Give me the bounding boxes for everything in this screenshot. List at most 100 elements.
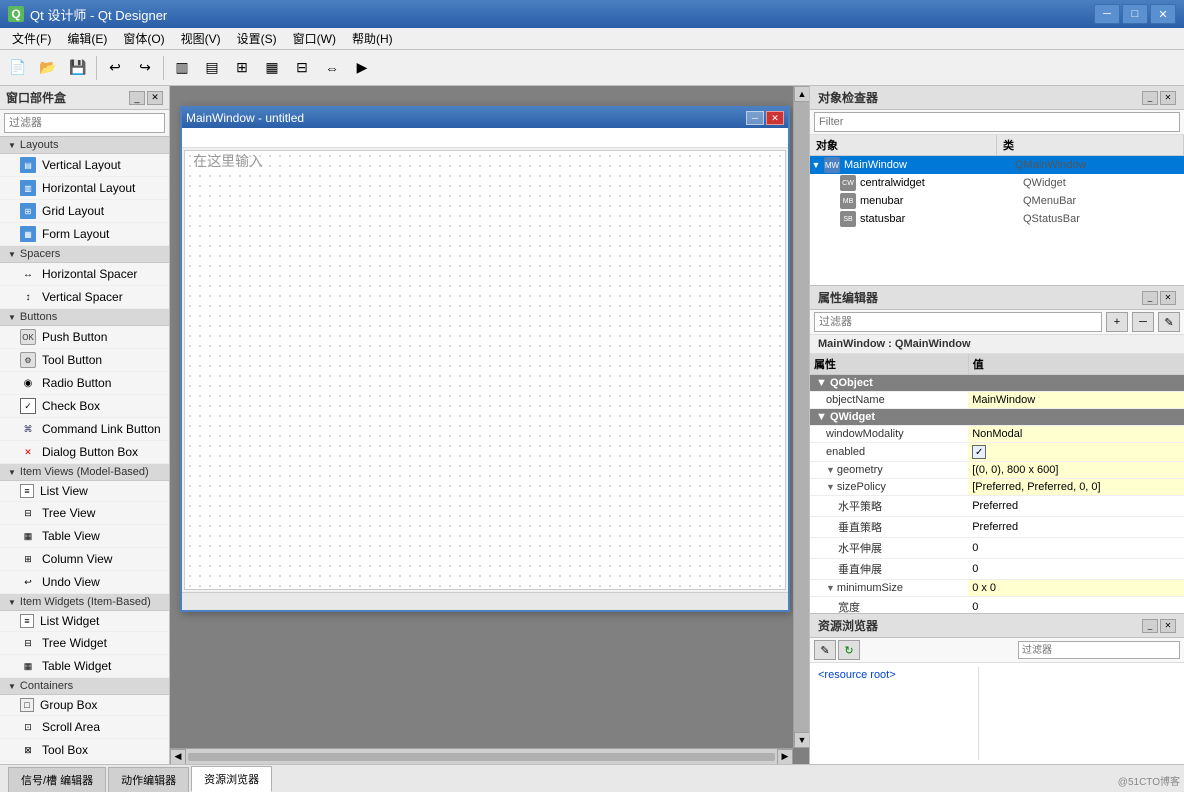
scroll-h-track[interactable] bbox=[188, 753, 775, 761]
open-file-button[interactable]: 📂 bbox=[34, 54, 62, 82]
main-window-canvas[interactable]: MainWindow - untitled ─ ✕ 在这里输入 bbox=[180, 106, 790, 612]
scroll-up-button[interactable]: ▲ bbox=[794, 86, 809, 102]
prop-row-v-policy[interactable]: 垂直策略 Preferred bbox=[810, 517, 1184, 538]
prop-value-enabled[interactable]: ✓ bbox=[968, 443, 1184, 462]
prop-value-windowmodality[interactable]: NonModal bbox=[968, 426, 1184, 443]
obj-row-menubar[interactable]: MB menubar QMenuBar bbox=[810, 192, 1184, 210]
prop-value-minsize[interactable]: 0 x 0 bbox=[968, 580, 1184, 597]
property-filter-input[interactable] bbox=[814, 312, 1102, 332]
sizepolicy-expand-icon[interactable]: ▼ bbox=[826, 482, 835, 492]
menu-item-s[interactable]: 设置(S) bbox=[229, 28, 285, 49]
category-spacers[interactable]: Spacers bbox=[0, 246, 169, 263]
menu-item-h[interactable]: 帮助(H) bbox=[344, 28, 401, 49]
prop-value-h-policy[interactable]: Preferred bbox=[968, 496, 1184, 517]
scroll-left-button[interactable]: ◀ bbox=[170, 749, 186, 765]
obj-row-mainwindow[interactable]: ▼ MW MainWindow QMainWindow bbox=[810, 156, 1184, 174]
property-editor-close-button[interactable]: ✕ bbox=[1160, 291, 1176, 305]
property-remove-button[interactable]: ─ bbox=[1132, 312, 1154, 332]
widget-item-command-link[interactable]: ⌘ Command Link Button bbox=[0, 418, 169, 441]
widget-filter-input[interactable] bbox=[4, 113, 165, 133]
resource-browser-close-button[interactable]: ✕ bbox=[1160, 619, 1176, 633]
widget-item-tree-view[interactable]: ⊟ Tree View bbox=[0, 502, 169, 525]
widget-item-dialog-button-box[interactable]: ✕ Dialog Button Box bbox=[0, 441, 169, 464]
widget-item-push-button[interactable]: OK Push Button bbox=[0, 326, 169, 349]
widget-item-tree-widget[interactable]: ⊟ Tree Widget bbox=[0, 632, 169, 655]
redo-button[interactable]: ↪ bbox=[131, 54, 159, 82]
prop-row-min-width[interactable]: 宽度 0 bbox=[810, 597, 1184, 614]
prop-row-h-policy[interactable]: 水平策略 Preferred bbox=[810, 496, 1184, 517]
designer-scrollbar-v[interactable]: ▲ ▼ bbox=[793, 86, 809, 748]
prop-value-objectname[interactable]: MainWindow bbox=[968, 392, 1184, 409]
layout-grid-button[interactable]: ⊞ bbox=[228, 54, 256, 82]
widget-item-form-layout[interactable]: ▦ Form Layout bbox=[0, 223, 169, 246]
prop-row-h-stretch[interactable]: 水平伸展 0 bbox=[810, 538, 1184, 559]
widget-item-grid-layout[interactable]: ⊞ Grid Layout bbox=[0, 200, 169, 223]
layout-form-button[interactable]: ▦ bbox=[258, 54, 286, 82]
menu-item-o[interactable]: 窗体(O) bbox=[115, 28, 172, 49]
widget-item-radio-button[interactable]: ◉ Radio Button bbox=[0, 372, 169, 395]
category-layouts[interactable]: Layouts bbox=[0, 137, 169, 154]
prop-group-qwidget[interactable]: ▼ QWidget bbox=[810, 409, 1184, 426]
object-inspector-float-button[interactable]: _ bbox=[1142, 91, 1158, 105]
widget-box-close-button[interactable]: ✕ bbox=[147, 91, 163, 105]
category-item-widgets[interactable]: Item Widgets (Item-Based) bbox=[0, 594, 169, 611]
prop-value-v-policy[interactable]: Preferred bbox=[968, 517, 1184, 538]
prop-row-windowmodality[interactable]: windowModality NonModal bbox=[810, 426, 1184, 443]
widget-item-tool-box[interactable]: ⊠ Tool Box bbox=[0, 739, 169, 762]
undo-button[interactable]: ↩ bbox=[101, 54, 129, 82]
resource-filter-input[interactable] bbox=[1018, 641, 1180, 659]
widget-item-table-view[interactable]: ▦ Table View bbox=[0, 525, 169, 548]
scroll-down-button[interactable]: ▼ bbox=[794, 732, 809, 748]
tab-resource-browser[interactable]: 资源浏览器 bbox=[191, 766, 272, 792]
widget-item-tool-button[interactable]: ⚙ Tool Button bbox=[0, 349, 169, 372]
prop-row-objectname[interactable]: objectName MainWindow bbox=[810, 392, 1184, 409]
enabled-checkbox[interactable]: ✓ bbox=[972, 445, 986, 459]
obj-row-statusbar[interactable]: SB statusbar QStatusBar bbox=[810, 210, 1184, 228]
prop-value-h-stretch[interactable]: 0 bbox=[968, 538, 1184, 559]
designer-scrollbar-h[interactable]: ◀ ▶ bbox=[170, 748, 793, 764]
main-window-min-button[interactable]: ─ bbox=[746, 111, 764, 125]
layout-v-button[interactable]: ▤ bbox=[198, 54, 226, 82]
widget-item-list-widget[interactable]: ≡ List Widget bbox=[0, 611, 169, 632]
widget-item-v-spacer[interactable]: ↕ Vertical Spacer bbox=[0, 286, 169, 309]
prop-row-v-stretch[interactable]: 垂直伸展 0 bbox=[810, 559, 1184, 580]
obj-expand-mainwindow[interactable]: ▼ bbox=[810, 159, 822, 171]
property-editor-float-button[interactable]: _ bbox=[1142, 291, 1158, 305]
new-file-button[interactable]: 📄 bbox=[4, 54, 32, 82]
minsize-expand-icon[interactable]: ▼ bbox=[826, 583, 835, 593]
widget-item-group-box[interactable]: □ Group Box bbox=[0, 695, 169, 716]
widget-item-scroll-area[interactable]: ⊡ Scroll Area bbox=[0, 716, 169, 739]
widget-item-table-widget[interactable]: ▦ Table Widget bbox=[0, 655, 169, 678]
minimize-button[interactable]: ─ bbox=[1094, 4, 1120, 24]
widget-item-horizontal-layout[interactable]: ▥ Horizontal Layout bbox=[0, 177, 169, 200]
main-window-close-button[interactable]: ✕ bbox=[766, 111, 784, 125]
resource-edit-button[interactable]: ✎ bbox=[814, 640, 836, 660]
prop-value-sizepolicy[interactable]: [Preferred, Preferred, 0, 0] bbox=[968, 479, 1184, 496]
prop-row-minsize[interactable]: ▼minimumSize 0 x 0 bbox=[810, 580, 1184, 597]
tab-action-editor[interactable]: 动作编辑器 bbox=[108, 767, 189, 792]
prop-row-geometry[interactable]: ▼geometry [(0, 0), 800 x 600] bbox=[810, 462, 1184, 479]
close-button[interactable]: ✕ bbox=[1150, 4, 1176, 24]
menu-item-f[interactable]: 文件(F) bbox=[4, 28, 59, 49]
object-inspector-close-button[interactable]: ✕ bbox=[1160, 91, 1176, 105]
widget-item-h-spacer[interactable]: ↔ Horizontal Spacer bbox=[0, 263, 169, 286]
widget-item-undo-view[interactable]: ↩ Undo View bbox=[0, 571, 169, 594]
resource-root-item[interactable]: <resource root> bbox=[814, 667, 978, 683]
widget-item-check-box[interactable]: ✓ Check Box bbox=[0, 395, 169, 418]
geometry-expand-icon[interactable]: ▼ bbox=[826, 465, 835, 475]
widget-item-column-view[interactable]: ⊞ Column View bbox=[0, 548, 169, 571]
widget-item-vertical-layout[interactable]: ▤ Vertical Layout bbox=[0, 154, 169, 177]
property-add-button[interactable]: + bbox=[1106, 312, 1128, 332]
menu-item-e[interactable]: 编辑(E) bbox=[59, 28, 115, 49]
prop-group-qobject[interactable]: ▼ QObject bbox=[810, 375, 1184, 392]
tab-signals-slots[interactable]: 信号/槽 编辑器 bbox=[8, 767, 106, 792]
break-layout-button[interactable]: ⊟ bbox=[288, 54, 316, 82]
widget-box-float-button[interactable]: _ bbox=[129, 91, 145, 105]
prop-value-geometry[interactable]: [(0, 0), 800 x 600] bbox=[968, 462, 1184, 479]
scroll-right-button[interactable]: ▶ bbox=[777, 749, 793, 765]
obj-row-centralwidget[interactable]: CW centralwidget QWidget bbox=[810, 174, 1184, 192]
property-edit-button[interactable]: ✎ bbox=[1158, 312, 1180, 332]
menu-item-w[interactable]: 窗口(W) bbox=[285, 28, 344, 49]
category-containers[interactable]: Containers bbox=[0, 678, 169, 695]
category-item-views[interactable]: Item Views (Model-Based) bbox=[0, 464, 169, 481]
